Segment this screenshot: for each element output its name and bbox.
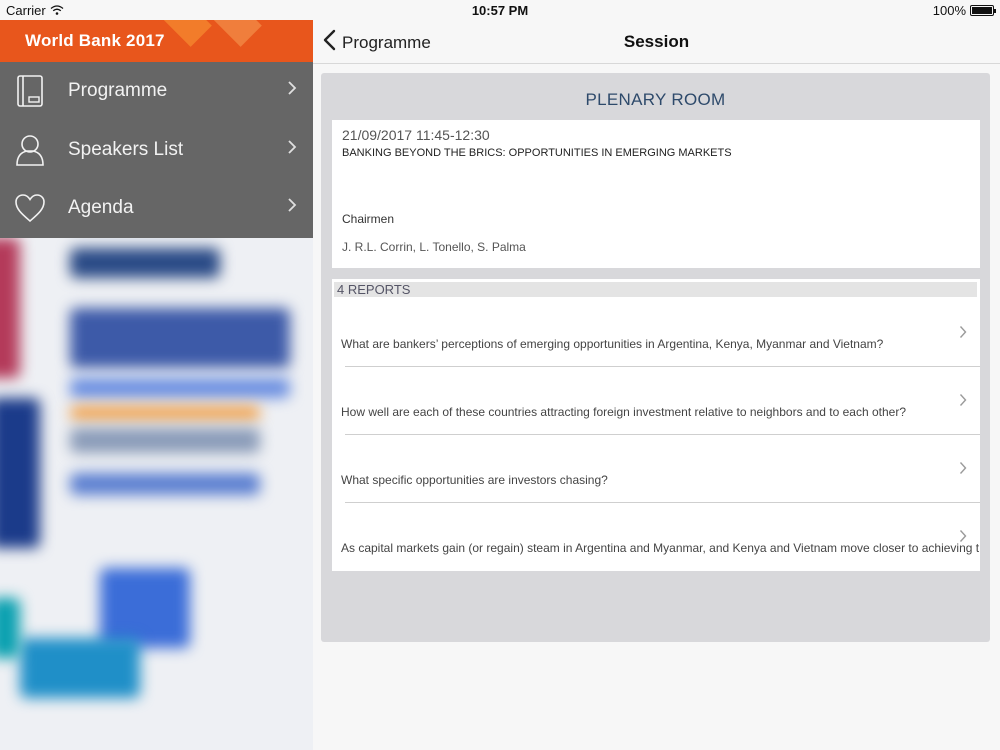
menu-item-label: Speakers List — [68, 138, 184, 160]
report-text: As capital markets gain (or regain) stea… — [341, 541, 979, 555]
session-title: BANKING BEYOND THE BRICS: OPPORTUNITIES … — [342, 147, 732, 159]
drawer-header: World Bank 2017 — [0, 20, 313, 62]
report-row[interactable]: What specific opportunities are investor… — [332, 435, 980, 503]
report-text: How well are each of these countries att… — [341, 405, 906, 419]
drawer-menu: Programme Speakers List Agenda — [0, 62, 313, 238]
room-title: PLENARY ROOM — [585, 90, 726, 109]
book-icon — [14, 74, 46, 108]
status-bar: Carrier 10:57 PM 100% — [0, 0, 1000, 20]
page-title: Session — [623, 32, 690, 51]
report-row[interactable]: How well are each of these countries att… — [332, 367, 980, 435]
menu-item-agenda[interactable]: Agenda — [0, 179, 313, 238]
reports-header: 4 REPORTS — [334, 282, 977, 297]
chevron-right-icon — [287, 80, 297, 102]
app-title: World Bank 2017 — [25, 31, 165, 50]
chevron-right-icon — [959, 325, 967, 344]
menu-item-label: Programme — [68, 80, 168, 102]
blurred-background-image — [0, 238, 313, 750]
navigation-bar: Programme Session — [313, 20, 1000, 64]
report-text: What specific opportunities are investor… — [341, 473, 608, 487]
chevron-right-icon — [287, 139, 297, 161]
heart-icon — [14, 191, 46, 225]
chairmen-label: Chairmen — [342, 212, 395, 226]
battery-icon — [970, 5, 996, 16]
menu-item-speakers-list[interactable]: Speakers List — [0, 121, 313, 180]
battery-indicator: 100% — [932, 3, 996, 18]
menu-item-label: Agenda — [68, 197, 134, 219]
report-text: What are bankers’ perceptions of emergin… — [341, 337, 884, 351]
reports-list: 4 REPORTS What are bankers’ perceptions … — [332, 279, 980, 571]
session-panel: PLENARY ROOM 21/09/2017 11:45-12:30 BANK… — [321, 73, 990, 642]
battery-percent: 100% — [932, 3, 966, 18]
chairmen-names: J. R.L. Corrin, L. Tonello, S. Palma — [342, 240, 526, 254]
person-icon — [14, 133, 46, 167]
chevron-right-icon — [959, 393, 967, 412]
session-info-card: 21/09/2017 11:45-12:30 BANKING BEYOND TH… — [332, 120, 980, 268]
app-screen: World Bank 2017 Programme Speakers List … — [0, 0, 1000, 750]
clock: 10:57 PM — [471, 3, 529, 18]
chevron-right-icon — [287, 197, 297, 219]
report-row[interactable]: What are bankers’ perceptions of emergin… — [332, 299, 980, 367]
session-datetime: 21/09/2017 11:45-12:30 — [342, 127, 490, 143]
report-row[interactable]: As capital markets gain (or regain) stea… — [332, 503, 980, 571]
menu-item-programme[interactable]: Programme — [0, 62, 313, 121]
chevron-right-icon — [959, 529, 967, 548]
side-drawer: World Bank 2017 Programme Speakers List … — [0, 0, 313, 750]
chevron-right-icon — [959, 461, 967, 480]
